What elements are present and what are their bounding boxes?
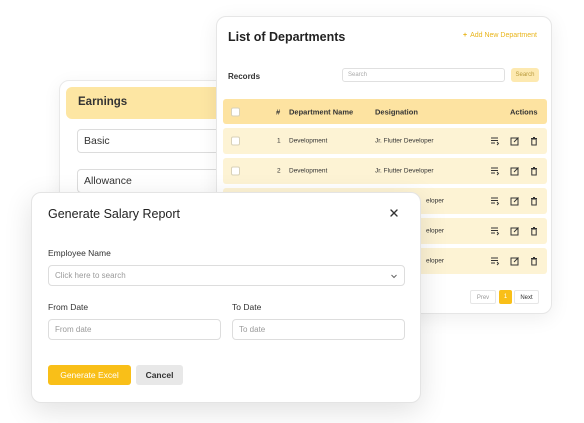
stage: Earnings Basic Allowance List of Departm… — [0, 0, 584, 423]
assign-icon[interactable] — [490, 256, 500, 266]
select-all-checkbox[interactable] — [231, 107, 240, 116]
edit-icon[interactable] — [510, 256, 520, 266]
modal-title: Generate Salary Report — [48, 207, 181, 221]
col-index: # — [276, 107, 281, 116]
generate-excel-button[interactable]: Generate Excel — [48, 365, 131, 385]
employee-search-placeholder: Click here to search — [55, 271, 126, 280]
edit-icon[interactable] — [510, 226, 520, 236]
col-designation: Designation — [375, 107, 418, 116]
row-designation: Jr. Flutter Developer — [375, 167, 434, 175]
col-actions: Actions — [510, 107, 538, 116]
earnings-title: Earnings — [78, 96, 128, 108]
assign-icon[interactable] — [490, 166, 500, 176]
add-department-link[interactable]: + Add New Department — [463, 32, 537, 39]
row-designation: eloper — [426, 227, 445, 235]
row-index: 2 — [277, 167, 281, 175]
next-page-button[interactable]: Next — [514, 290, 539, 304]
cancel-button[interactable]: Cancel — [136, 365, 183, 385]
row-designation: eloper — [426, 257, 445, 265]
salary-report-modal: Generate Salary Report Employee Name Cli… — [31, 192, 421, 403]
edit-icon[interactable] — [510, 166, 520, 176]
assign-icon[interactable] — [490, 136, 500, 146]
table-row: 1 Development Jr. Flutter Developer — [223, 128, 547, 154]
plus-icon: + — [462, 32, 468, 39]
prev-page-button[interactable]: Prev — [470, 290, 496, 304]
delete-icon[interactable] — [529, 256, 539, 266]
row-designation: Jr. Flutter Developer — [375, 137, 434, 145]
delete-icon[interactable] — [529, 226, 539, 236]
to-date-label: To Date — [232, 302, 262, 312]
row-department-name: Development — [289, 137, 328, 145]
edit-icon[interactable] — [510, 196, 520, 206]
col-department-name: Department Name — [289, 107, 354, 116]
departments-title: List of Departments — [228, 30, 346, 44]
table-header: # Department Name Designation Actions — [223, 99, 547, 124]
delete-icon[interactable] — [529, 166, 539, 176]
employee-search-select[interactable]: Click here to search — [48, 265, 405, 286]
to-date-input[interactable]: To date — [232, 319, 405, 340]
delete-icon[interactable] — [529, 196, 539, 206]
assign-icon[interactable] — [490, 196, 500, 206]
row-checkbox[interactable] — [231, 166, 240, 176]
search-button[interactable]: Search — [511, 68, 539, 82]
chevron-down-icon — [391, 274, 397, 279]
edit-icon[interactable] — [510, 136, 520, 146]
row-checkbox[interactable] — [231, 136, 240, 146]
close-icon[interactable] — [388, 207, 400, 219]
add-department-label: Add New Department — [470, 32, 537, 39]
page-1-button[interactable]: 1 — [499, 290, 512, 304]
from-date-input[interactable]: From date — [48, 319, 221, 340]
row-index: 1 — [277, 137, 281, 145]
row-department-name: Development — [289, 167, 328, 175]
row-designation: eloper — [426, 197, 445, 205]
search-input[interactable]: Search — [342, 68, 505, 82]
employee-name-label: Employee Name — [48, 248, 111, 258]
assign-icon[interactable] — [490, 226, 500, 236]
delete-icon[interactable] — [529, 136, 539, 146]
table-row: 2 Development Jr. Flutter Developer — [223, 158, 547, 184]
records-label: Records — [228, 72, 261, 81]
from-date-label: From Date — [48, 302, 89, 312]
